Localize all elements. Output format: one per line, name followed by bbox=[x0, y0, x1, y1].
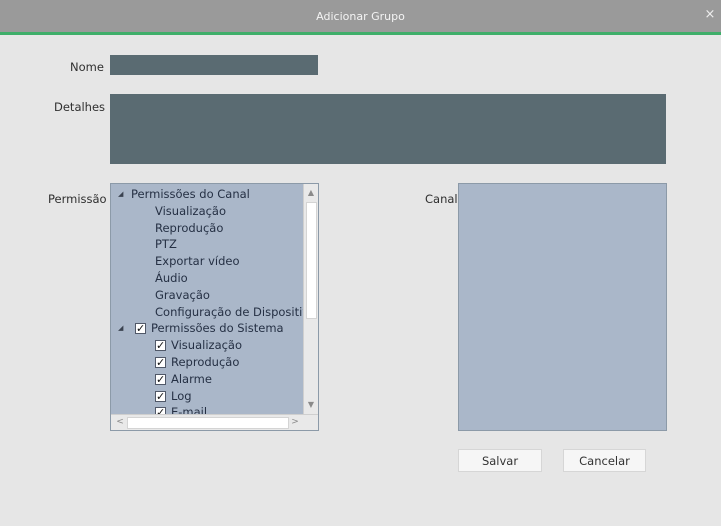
tree-item-label: Reprodução bbox=[171, 354, 240, 369]
tree-expand-icon[interactable]: ◢ bbox=[118, 320, 126, 336]
tree-item-label: Visualização bbox=[171, 338, 243, 353]
tree-item[interactable]: Áudio bbox=[111, 270, 306, 287]
tree-item-label: Visualização bbox=[155, 203, 227, 218]
tree-item[interactable]: ◢ Permissões do Canal bbox=[111, 186, 306, 203]
tree-item-label: Reprodução bbox=[155, 220, 224, 235]
save-button[interactable]: Salvar bbox=[458, 449, 542, 472]
permissao-label: Permissão bbox=[48, 192, 107, 206]
checkbox[interactable]: ✓ bbox=[155, 356, 166, 368]
close-icon[interactable]: × bbox=[703, 8, 717, 22]
tree-expand-icon[interactable]: ◢ bbox=[118, 186, 126, 202]
tree-item[interactable]: Gravação bbox=[111, 287, 306, 304]
tree-item[interactable]: ✓ Log bbox=[111, 388, 306, 405]
scroll-down-icon[interactable]: ▼ bbox=[304, 398, 318, 412]
permissions-tree-content: ◢ Permissões do Canal Visualização Reproduç… bbox=[111, 186, 306, 414]
tree-item-label: PTZ bbox=[155, 237, 177, 252]
channel-list[interactable] bbox=[458, 183, 667, 431]
tree-horizontal-scrollbar[interactable]: < > bbox=[111, 414, 318, 430]
tree-item-label: Alarme bbox=[171, 371, 212, 386]
tree-item[interactable]: PTZ bbox=[111, 236, 306, 253]
tree-item-label: Configuração de Dispositivo bbox=[155, 304, 306, 319]
tree-item[interactable]: Configuração de Dispositivo bbox=[111, 304, 306, 321]
detalhes-label: Detalhes bbox=[54, 100, 106, 114]
scroll-left-icon[interactable]: < bbox=[113, 415, 127, 430]
permissions-tree[interactable]: ◢ Permissões do Canal Visualização Reproduç… bbox=[110, 183, 319, 431]
checkbox[interactable]: ✓ bbox=[155, 407, 166, 414]
dialog-title: Adicionar Grupo bbox=[316, 10, 405, 23]
tree-item[interactable]: Reprodução bbox=[111, 220, 306, 237]
scroll-right-icon[interactable]: > bbox=[288, 415, 302, 430]
tree-item-label: Log bbox=[171, 388, 192, 403]
tree-item-label: Áudio bbox=[155, 270, 188, 285]
tree-item-label: Permissões do Canal bbox=[131, 187, 250, 201]
tree-item-label: Gravação bbox=[155, 287, 210, 302]
tree-item[interactable]: Visualização bbox=[111, 203, 306, 220]
checkbox[interactable]: ✓ bbox=[155, 373, 166, 385]
tree-item[interactable]: ✓ E-mail bbox=[111, 404, 306, 414]
checkbox[interactable]: ✓ bbox=[155, 340, 166, 352]
tree-vertical-scrollbar[interactable]: ▲ ▼ bbox=[303, 184, 318, 414]
tree-item[interactable]: ✓ Alarme bbox=[111, 371, 306, 388]
nome-label: Nome bbox=[70, 60, 104, 74]
detalhes-textarea[interactable] bbox=[110, 94, 666, 164]
tree-item[interactable]: ◢ ✓ Permissões do Sistema bbox=[111, 320, 306, 337]
tree-item-label: Exportar vídeo bbox=[155, 254, 240, 269]
tree-item[interactable]: ✓ Reprodução bbox=[111, 354, 306, 371]
checkbox[interactable]: ✓ bbox=[135, 323, 146, 335]
checkbox[interactable]: ✓ bbox=[155, 390, 166, 402]
canal-label: Canal bbox=[425, 192, 458, 206]
dialog-titlebar: Adicionar Grupo × bbox=[0, 0, 721, 35]
scroll-thumb-horizontal[interactable] bbox=[127, 417, 289, 429]
scroll-up-icon[interactable]: ▲ bbox=[304, 186, 318, 200]
tree-item[interactable]: Exportar vídeo bbox=[111, 253, 306, 270]
tree-item-label: Permissões do Sistema bbox=[151, 321, 284, 336]
nome-input[interactable] bbox=[110, 55, 318, 75]
tree-item-label: E-mail bbox=[171, 405, 208, 414]
tree-item[interactable]: ✓ Visualização bbox=[111, 337, 306, 354]
cancel-button[interactable]: Cancelar bbox=[563, 449, 646, 472]
scroll-thumb-vertical[interactable] bbox=[306, 202, 317, 319]
